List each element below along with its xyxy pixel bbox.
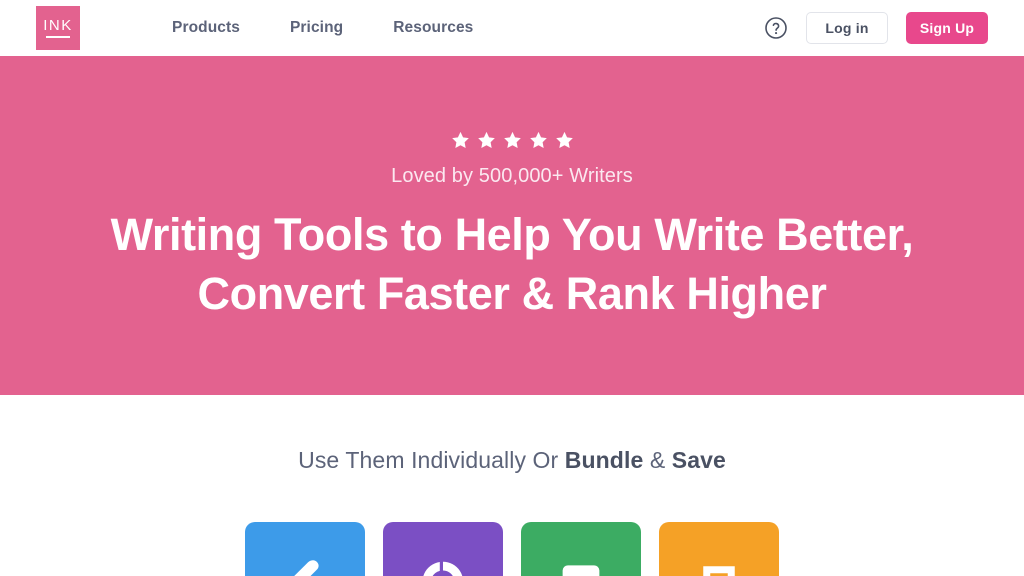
bundle-heading-mid: & xyxy=(643,447,672,473)
header-actions: Log in Sign Up xyxy=(764,12,988,44)
star-icon xyxy=(555,131,573,148)
content-tile[interactable] xyxy=(659,522,779,576)
hero-section: Loved by 500,000+ Writers Writing Tools … xyxy=(0,56,1024,395)
rating-stars xyxy=(450,130,575,151)
star-icon xyxy=(503,131,521,148)
bundle-heading-prefix: Use Them Individually Or xyxy=(298,447,565,473)
question-circle-icon[interactable] xyxy=(764,16,788,40)
landing-page: INK Products Pricing Resources Log in Si… xyxy=(0,0,1024,576)
hero-title-line-2: Convert Faster & Rank Higher xyxy=(197,267,827,319)
highlighter-tile[interactable] xyxy=(245,522,365,576)
login-button[interactable]: Log in xyxy=(806,12,888,44)
grammar-tile[interactable] xyxy=(521,522,641,576)
rating-text: Loved by 500,000+ Writers xyxy=(391,165,633,187)
bundle-heading-bold-1: Bundle xyxy=(564,447,644,473)
bundle-section: Use Them Individually Or Bundle & Save xyxy=(0,395,1024,576)
optimizer-tile[interactable] xyxy=(383,522,503,576)
nav-item-products[interactable]: Products xyxy=(172,19,240,37)
site-header: INK Products Pricing Resources Log in Si… xyxy=(0,0,1024,56)
logo-label: INK xyxy=(43,17,73,34)
bundle-heading: Use Them Individually Or Bundle & Save xyxy=(298,447,726,474)
logo-underline xyxy=(46,36,70,38)
star-icon xyxy=(451,131,469,148)
main-nav: Products Pricing Resources xyxy=(172,19,473,37)
star-icon xyxy=(529,131,547,148)
product-tiles xyxy=(245,522,779,576)
signup-button[interactable]: Sign Up xyxy=(906,12,988,44)
squiggle-check-icon xyxy=(562,565,600,576)
page-title: Writing Tools to Help You Write Better, … xyxy=(111,206,914,323)
nav-item-resources[interactable]: Resources xyxy=(393,19,473,37)
donut-chart-icon xyxy=(423,561,463,576)
copy-shapes-icon xyxy=(703,566,735,576)
bundle-heading-bold-2: Save xyxy=(671,447,726,473)
nav-item-pricing[interactable]: Pricing xyxy=(290,19,343,37)
highlighter-icon xyxy=(294,560,319,576)
hero-title-line-1: Writing Tools to Help You Write Better, xyxy=(110,209,914,260)
star-icon xyxy=(477,131,495,148)
ink-logo-icon[interactable]: INK xyxy=(36,6,80,50)
